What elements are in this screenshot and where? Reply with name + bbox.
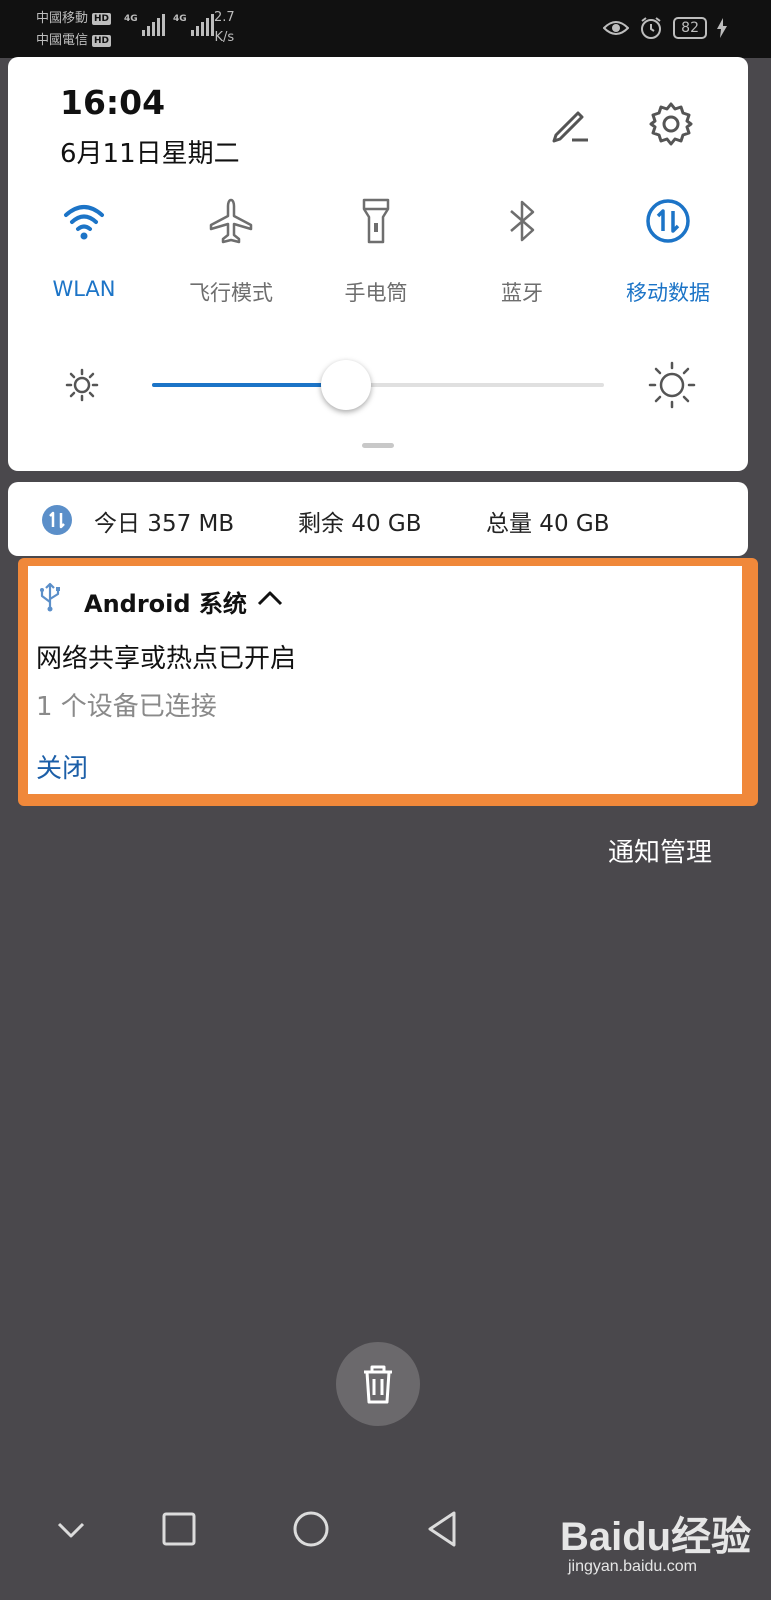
bluetooth-icon — [510, 200, 535, 242]
hotspot-notification[interactable]: Android 系统 网络共享或热点已开启 1 个设备已连接 关闭 — [28, 566, 742, 794]
gear-icon[interactable] — [648, 101, 694, 147]
brightness-low-icon — [65, 368, 99, 402]
usb-icon — [40, 582, 60, 612]
brightness-slider-fill — [152, 383, 347, 387]
tile-wlan-label: WLAN — [52, 277, 116, 301]
carrier-info: 中國移動 HD 中國電信 HD — [36, 8, 112, 52]
signal-1-icon: 4G — [124, 14, 165, 36]
tile-bluetooth[interactable]: 蓝牙 — [452, 197, 592, 307]
network-speed: 2.7 K/s — [214, 10, 235, 45]
alarm-icon — [641, 17, 662, 39]
notification-app-name: Android 系统 — [84, 590, 247, 618]
chevron-up-icon[interactable] — [256, 586, 284, 610]
carrier-1-label: 中國移動 — [36, 11, 89, 26]
clock-date: 6月11日星期二 — [60, 139, 240, 169]
notification-manage-link[interactable]: 通知管理 — [608, 832, 712, 869]
status-icons: 82 — [603, 16, 727, 40]
quick-settings-panel: 16:04 6月11日星期二 WLAN 飞行模式 手电筒 蓝牙 移动数据 — [8, 57, 748, 471]
carrier-2-label: 中國電信 — [36, 33, 89, 48]
baidu-url: jingyan.baidu.com — [568, 1558, 697, 1575]
airplane-icon — [209, 198, 253, 244]
flashlight-icon — [362, 198, 390, 244]
tile-airplane-mode[interactable]: 飞行模式 — [161, 197, 301, 307]
trash-icon — [364, 1365, 392, 1404]
recent-apps-icon[interactable] — [154, 1504, 204, 1554]
data-remaining: 剩余 40 GB — [298, 511, 422, 537]
mobile-data-icon — [646, 199, 690, 243]
edit-icon[interactable] — [548, 103, 592, 147]
tile-bluetooth-label: 蓝牙 — [501, 281, 543, 305]
hd-badge: HD — [92, 13, 112, 25]
tile-mobile-data-label: 移动数据 — [626, 281, 710, 305]
notification-text: 1 个设备已连接 — [36, 692, 217, 722]
status-bar: 中國移動 HD 中國電信 HD 4G 4G 2.7 K/s 82 — [0, 0, 771, 58]
eye-comfort-icon — [603, 21, 630, 35]
data-usage-card[interactable]: 今日 357 MB 剩余 40 GB 总量 40 GB — [8, 482, 748, 556]
baidu-logo: Baidu经验 — [560, 1515, 752, 1559]
battery-icon: 82 — [673, 17, 707, 39]
data-total: 总量 40 GB — [486, 511, 610, 537]
brightness-slider[interactable] — [152, 360, 604, 410]
baidu-watermark: Baidu经验 jingyan.baidu.com — [560, 1496, 760, 1596]
tile-flashlight-label: 手电筒 — [344, 281, 408, 305]
chevron-down-icon[interactable] — [46, 1504, 96, 1554]
home-icon[interactable] — [286, 1504, 336, 1554]
tile-flashlight[interactable]: 手电筒 — [306, 197, 446, 307]
charging-icon — [717, 18, 727, 38]
data-today: 今日 357 MB — [94, 511, 235, 537]
tile-airplane-label: 飞行模式 — [189, 281, 273, 305]
tile-mobile-data[interactable]: 移动数据 — [598, 197, 738, 307]
hd-badge: HD — [92, 35, 112, 47]
brightness-high-icon — [648, 361, 696, 409]
clear-all-button[interactable] — [336, 1342, 420, 1426]
wifi-icon — [64, 205, 104, 240]
mobile-data-usage-icon — [42, 505, 72, 535]
notification-title: 网络共享或热点已开启 — [36, 644, 297, 674]
tile-wlan[interactable]: WLAN — [14, 197, 154, 301]
back-icon[interactable] — [418, 1504, 468, 1554]
drag-handle[interactable] — [362, 443, 394, 448]
close-hotspot-button[interactable]: 关闭 — [36, 748, 88, 785]
signal-2-icon: 4G — [173, 14, 214, 36]
brightness-control — [8, 357, 748, 413]
signal-indicators: 4G 4G — [124, 14, 214, 36]
brightness-slider-thumb[interactable] — [321, 360, 372, 410]
clock-time: 16:04 — [60, 83, 166, 122]
